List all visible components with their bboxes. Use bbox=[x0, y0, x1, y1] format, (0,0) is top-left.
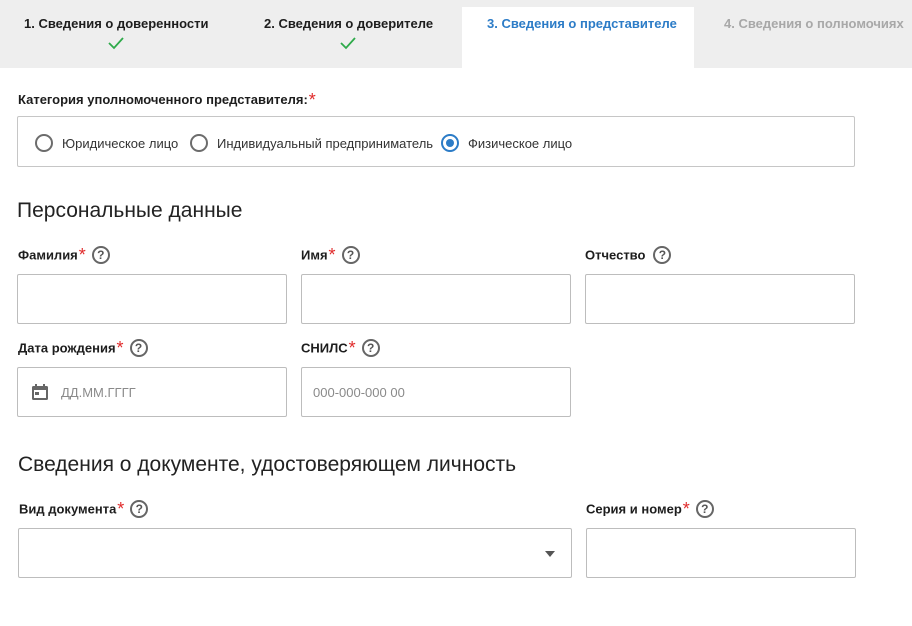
radio-checked-icon[interactable] bbox=[441, 134, 459, 152]
snils-placeholder: 000-000-000 00 bbox=[313, 385, 405, 400]
series-number-label: Серия и номер*? bbox=[586, 499, 714, 520]
help-icon[interactable]: ? bbox=[653, 246, 672, 264]
calendar-icon[interactable] bbox=[31, 383, 49, 401]
surname-input[interactable] bbox=[17, 274, 287, 324]
category-label: Категория уполномоченного представителя:… bbox=[18, 90, 316, 110]
radio-individual-entrepreneur[interactable]: Индивидуальный предприниматель bbox=[190, 134, 433, 152]
check-icon bbox=[340, 37, 356, 50]
steps-tabs: 1. Сведения о доверенности 2. Сведения о… bbox=[0, 0, 912, 68]
patronymic-input[interactable] bbox=[585, 274, 855, 324]
personal-data-title: Персональные данные bbox=[17, 199, 243, 222]
radio-label: Индивидуальный предприниматель bbox=[217, 135, 434, 151]
birthdate-placeholder: ДД.ММ.ГГГГ bbox=[61, 385, 136, 400]
document-type-select[interactable] bbox=[18, 528, 572, 578]
tab-label: 3. Сведения о представителе bbox=[487, 16, 677, 31]
document-type-label: Вид документа*? bbox=[19, 499, 149, 520]
snils-label: СНИЛС*? bbox=[301, 338, 380, 359]
birthdate-input[interactable]: ДД.ММ.ГГГГ bbox=[17, 367, 287, 417]
surname-label: Фамилия*? bbox=[18, 245, 110, 266]
category-radio-group: Юридическое лицо Индивидуальный предприн… bbox=[17, 116, 855, 167]
required-mark: * bbox=[682, 499, 690, 520]
check-icon bbox=[108, 37, 124, 50]
radio-icon[interactable] bbox=[35, 134, 53, 152]
patronymic-label: Отчество? bbox=[585, 246, 672, 265]
birthdate-label: Дата рождения*? bbox=[18, 338, 148, 359]
required-mark: * bbox=[78, 245, 86, 266]
tab-label: 2. Сведения о доверителе bbox=[264, 16, 434, 31]
required-mark: * bbox=[328, 245, 336, 266]
required-mark: * bbox=[117, 499, 125, 520]
radio-individual[interactable]: Физическое лицо bbox=[441, 134, 572, 152]
radio-label: Физическое лицо bbox=[468, 135, 573, 151]
help-icon[interactable]: ? bbox=[695, 500, 714, 518]
required-mark: * bbox=[308, 90, 316, 110]
tab-trust-info[interactable]: 1. Сведения о доверенности bbox=[0, 0, 232, 68]
snils-input[interactable]: 000-000-000 00 bbox=[301, 367, 571, 417]
help-icon[interactable]: ? bbox=[341, 246, 360, 264]
required-mark: * bbox=[348, 338, 356, 359]
tab-label: 4. Сведения о полномочиях bbox=[724, 16, 904, 31]
required-mark: * bbox=[116, 338, 124, 359]
series-number-input[interactable] bbox=[586, 528, 856, 578]
radio-icon[interactable] bbox=[190, 134, 208, 152]
help-icon[interactable]: ? bbox=[361, 339, 380, 357]
help-icon[interactable]: ? bbox=[91, 246, 110, 264]
radio-label: Юридическое лицо bbox=[62, 135, 179, 151]
name-label: Имя*? bbox=[301, 245, 360, 266]
tab-principal-info[interactable]: 2. Сведения о доверителе bbox=[232, 0, 462, 68]
name-input[interactable] bbox=[301, 274, 571, 324]
help-icon[interactable]: ? bbox=[129, 339, 148, 357]
chevron-down-icon[interactable] bbox=[545, 551, 555, 557]
tab-representative-info[interactable]: 3. Сведения о представителе bbox=[462, 7, 694, 68]
document-section-title: Сведения о документе, удостоверяющем лич… bbox=[18, 453, 517, 476]
tab-powers-info[interactable]: 4. Сведения о полномочиях bbox=[694, 0, 912, 68]
help-icon[interactable]: ? bbox=[130, 500, 149, 518]
tab-label: 1. Сведения о доверенности bbox=[24, 16, 209, 31]
radio-legal-entity[interactable]: Юридическое лицо bbox=[35, 134, 178, 152]
